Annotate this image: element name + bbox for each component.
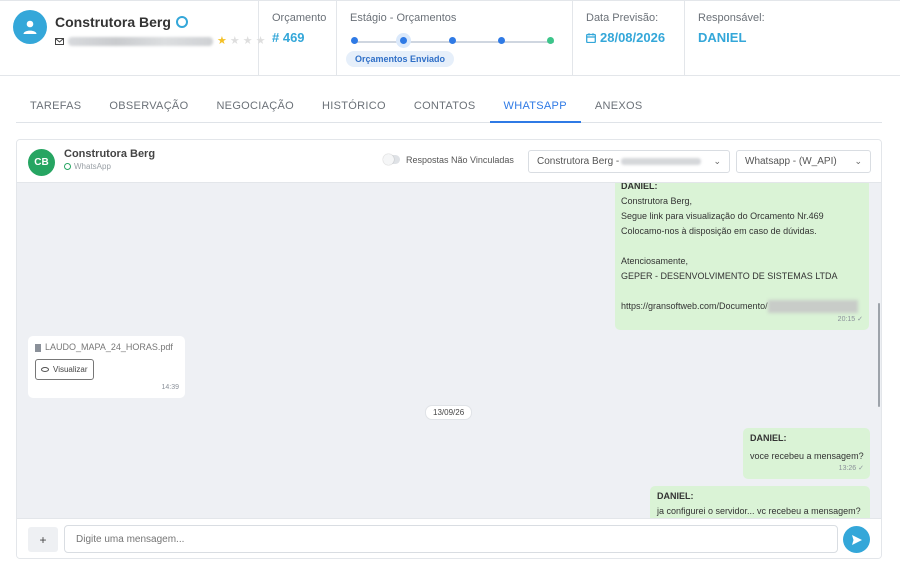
previsao-label: Data Previsão:	[586, 12, 659, 24]
previsao-value[interactable]: 28/08/2026	[586, 30, 665, 45]
message-link[interactable]: https://gransoftweb.com/Documento/	[621, 299, 863, 314]
chat-contact-name: Construtora Berg	[64, 148, 156, 160]
message-outgoing: DANIEL: ja configurei o servidor... vc r…	[650, 486, 870, 518]
chevron-down-icon: ⌄	[854, 156, 862, 166]
client-email-row: ★ ★ ★ ★	[55, 36, 266, 47]
client-section: Construtora Berg ★ ★ ★ ★	[0, 1, 266, 75]
tab-observacao[interactable]: OBSERVAÇÃO	[95, 93, 202, 123]
user-icon	[23, 20, 37, 34]
client-avatar	[13, 10, 47, 44]
message-incoming-file: LAUDO_MAPA_24_HORAS.pdf Visualizar 14:39	[28, 336, 185, 398]
tab-bar: TAREFAS OBSERVAÇÃO NEGOCIAÇÃO HISTÓRICO …	[16, 93, 882, 123]
message-sender: DANIEL:	[621, 183, 658, 191]
star-empty-icon[interactable]: ★	[243, 36, 253, 47]
tab-negociacao[interactable]: NEGOCIAÇÃO	[202, 93, 308, 123]
responsavel-value[interactable]: DANIEL	[698, 30, 746, 45]
star-empty-icon[interactable]: ★	[230, 36, 240, 47]
stage-step-1[interactable]	[351, 37, 358, 44]
responsavel-label: Responsável:	[698, 12, 765, 24]
page: Construtora Berg ★ ★ ★ ★ Orçamento # 469	[0, 0, 900, 572]
chat-header: CB Construtora Berg WhatsApp Respostas N…	[17, 140, 881, 183]
message-line	[621, 284, 863, 299]
client-name: Construtora Berg	[55, 14, 188, 30]
eye-icon	[41, 367, 49, 372]
message-sender: DANIEL:	[750, 433, 787, 443]
message-line: GEPER - DESENVOLVIMENTO DE SISTEMAS LTDA	[621, 271, 838, 281]
message-time: 14:39	[161, 384, 179, 391]
stage-current-badge: Orçamentos Enviado	[346, 51, 455, 67]
message-text: ja configurei o servidor... vc recebeu a…	[657, 506, 861, 516]
whatsapp-icon	[64, 163, 71, 170]
message-outgoing: DANIEL: Construtora Berg, Segue link par…	[615, 183, 869, 330]
chat-subtitle: WhatsApp	[64, 162, 111, 171]
orcamento-label: Orçamento	[272, 12, 327, 24]
tab-historico[interactable]: HISTÓRICO	[308, 93, 400, 123]
chevron-down-icon: ⌄	[713, 156, 721, 166]
message-line: Construtora Berg,	[621, 196, 693, 206]
file-icon	[35, 343, 41, 352]
message-line: Atenciosamente,	[621, 256, 689, 266]
chat-avatar: CB	[28, 149, 55, 176]
stage-section: Estágio - Orçamentos Orçamentos Enviado	[337, 1, 573, 75]
responsavel-section: Responsável: DANIEL	[685, 1, 900, 75]
calendar-icon	[586, 32, 596, 43]
whatsapp-chat-panel: CB Construtora Berg WhatsApp Respostas N…	[16, 139, 882, 559]
message-sender: DANIEL:	[657, 491, 694, 501]
message-time: 20:15 ✓	[837, 316, 863, 323]
verified-icon	[175, 16, 188, 28]
tab-whatsapp[interactable]: WHATSAPP	[489, 93, 581, 123]
stage-label: Estágio - Orçamentos	[350, 12, 457, 24]
message-list[interactable]: DANIEL: Construtora Berg, Segue link par…	[17, 183, 881, 518]
stage-step-4[interactable]	[498, 37, 505, 44]
tab-anexos[interactable]: ANEXOS	[581, 93, 657, 123]
channel-select[interactable]: Whatsapp - (W_API) ⌄	[736, 150, 871, 173]
add-attachment-button[interactable]: +	[28, 527, 58, 552]
stage-step-5[interactable]	[547, 37, 554, 44]
message-composer: +	[17, 518, 881, 558]
message-line: Segue link para visualização do Orcament…	[621, 211, 824, 221]
record-header: Construtora Berg ★ ★ ★ ★ Orçamento # 469	[0, 0, 900, 76]
message-list-scrollbar[interactable]	[878, 303, 880, 407]
tab-contatos[interactable]: CONTATOS	[400, 93, 490, 123]
stage-step-2[interactable]	[400, 37, 407, 44]
unlinked-replies-toggle[interactable]	[383, 154, 400, 165]
message-time: 13:26 ✓	[838, 465, 864, 472]
send-button[interactable]	[843, 526, 870, 553]
client-email-redacted	[68, 37, 213, 46]
message-line: Colocamo-nos à disposição em caso de dúv…	[621, 226, 817, 236]
star-filled-icon[interactable]: ★	[217, 36, 227, 47]
message-outgoing: DANIEL: voce recebeu a mensagem? 13:26 ✓	[743, 428, 870, 479]
tab-tarefas[interactable]: TAREFAS	[16, 93, 95, 123]
date-separator: 13/09/26	[425, 405, 473, 420]
attachment-name: LAUDO_MAPA_24_HORAS.pdf	[35, 340, 178, 355]
contact-redacted	[621, 157, 702, 165]
view-attachment-button[interactable]: Visualizar	[35, 359, 94, 380]
mail-icon	[55, 38, 64, 45]
message-line	[621, 239, 863, 254]
unlinked-replies-label: Respostas Não Vinculadas	[406, 155, 514, 165]
previsao-section: Data Previsão: 28/08/2026	[573, 1, 685, 75]
message-input[interactable]	[64, 525, 838, 553]
stage-step-3[interactable]	[449, 37, 456, 44]
contact-select[interactable]: Construtora Berg - ⌄	[528, 150, 730, 173]
orcamento-number[interactable]: # 469	[272, 30, 305, 45]
send-icon	[851, 534, 862, 545]
orcamento-section: Orçamento # 469	[259, 1, 337, 75]
